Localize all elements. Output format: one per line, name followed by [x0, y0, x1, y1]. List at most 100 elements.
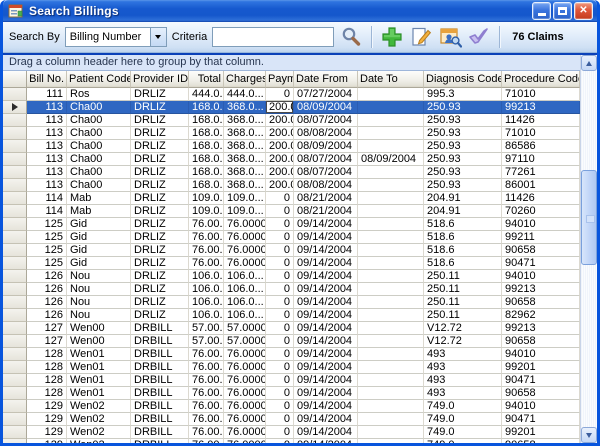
cell-provider[interactable]: DRLIZ	[131, 309, 189, 322]
cell-date_from[interactable]: 09/14/2004	[294, 244, 358, 257]
cell-payments[interactable]: 200.0...	[266, 153, 294, 166]
cell-provider[interactable]: DRLIZ	[131, 179, 189, 192]
cell-payments[interactable]: 0	[266, 231, 294, 244]
cell-provider[interactable]: DRBILL	[131, 413, 189, 426]
cell-bill_no[interactable]: 129	[27, 439, 67, 443]
cell-date_from[interactable]: 08/07/2004	[294, 114, 358, 127]
cell-patient[interactable]: Gid	[67, 257, 131, 270]
cell-date_to[interactable]	[358, 257, 424, 270]
cell-patient[interactable]: Gid	[67, 218, 131, 231]
cell-procedure[interactable]: 99201	[502, 361, 580, 374]
cell-date_from[interactable]: 09/14/2004	[294, 439, 358, 443]
cell-date_to[interactable]	[358, 88, 424, 101]
cell-payments[interactable]: 0	[266, 296, 294, 309]
cell-total[interactable]: 444.0...	[189, 88, 224, 101]
cell-total[interactable]: 76.00...	[189, 218, 224, 231]
table-row[interactable]: 113Cha00DRLIZ168.0...368.0...200.0...08/…	[3, 114, 580, 127]
cell-bill_no[interactable]: 128	[27, 374, 67, 387]
cell-payments[interactable]: 0	[266, 218, 294, 231]
cell-provider[interactable]: DRLIZ	[131, 114, 189, 127]
cell-date_from[interactable]: 09/14/2004	[294, 309, 358, 322]
cell-total[interactable]: 109.0...	[189, 205, 224, 218]
table-row[interactable]: 126NouDRLIZ106.0...106.0...009/14/200425…	[3, 283, 580, 296]
cell-provider[interactable]: DRBILL	[131, 335, 189, 348]
criteria-input[interactable]	[212, 27, 334, 47]
cell-diagnosis[interactable]: V12.72	[424, 322, 502, 335]
cell-date_to[interactable]	[358, 413, 424, 426]
cell-procedure[interactable]: 94010	[502, 348, 580, 361]
cell-charges[interactable]: 368.0...	[224, 179, 266, 192]
cell-charges[interactable]: 76.0000	[224, 387, 266, 400]
cell-patient[interactable]: Wen00	[67, 322, 131, 335]
cell-diagnosis[interactable]: 749.0	[424, 413, 502, 426]
cell-provider[interactable]: DRBILL	[131, 400, 189, 413]
view-claim-button[interactable]	[438, 25, 462, 49]
cell-bill_no[interactable]: 126	[27, 270, 67, 283]
cell-date_from[interactable]: 09/14/2004	[294, 322, 358, 335]
cell-diagnosis[interactable]: 250.11	[424, 270, 502, 283]
cell-date_from[interactable]: 09/14/2004	[294, 335, 358, 348]
cell-total[interactable]: 57.00...	[189, 335, 224, 348]
cell-patient[interactable]: Wen02	[67, 400, 131, 413]
cell-payments[interactable]: 0	[266, 309, 294, 322]
cell-payments[interactable]: 200.0...	[266, 179, 294, 192]
table-row[interactable]: 128Wen01DRBILL76.00...76.0000009/14/2004…	[3, 387, 580, 400]
cell-bill_no[interactable]: 129	[27, 400, 67, 413]
cell-date_to[interactable]	[358, 101, 424, 114]
cell-procedure[interactable]: 71010	[502, 88, 580, 101]
table-row[interactable]: 128Wen01DRBILL76.00...76.0000009/14/2004…	[3, 361, 580, 374]
cell-date_to[interactable]: 08/09/2004	[358, 153, 424, 166]
cell-bill_no[interactable]: 129	[27, 413, 67, 426]
cell-bill_no[interactable]: 114	[27, 205, 67, 218]
cell-charges[interactable]: 106.0...	[224, 296, 266, 309]
cell-diagnosis[interactable]: 493	[424, 348, 502, 361]
column-header-patient[interactable]: Patient Code	[67, 71, 131, 88]
table-row[interactable]: 113Cha00DRLIZ168.0...368.0...200.0...08/…	[3, 166, 580, 179]
search-button[interactable]	[339, 25, 363, 49]
cell-date_to[interactable]	[358, 270, 424, 283]
cell-procedure[interactable]: 86001	[502, 179, 580, 192]
cell-payments[interactable]: 0	[266, 88, 294, 101]
cell-charges[interactable]: 76.0000	[224, 218, 266, 231]
row-selector[interactable]	[3, 205, 27, 218]
check-claim-button[interactable]	[467, 25, 491, 49]
cell-charges[interactable]: 57.0000	[224, 335, 266, 348]
cell-payments[interactable]: 0	[266, 322, 294, 335]
cell-patient[interactable]: Wen01	[67, 348, 131, 361]
cell-charges[interactable]: 368.0...	[224, 166, 266, 179]
cell-total[interactable]: 106.0...	[189, 283, 224, 296]
cell-date_from[interactable]: 09/14/2004	[294, 348, 358, 361]
cell-payments[interactable]: 0	[266, 335, 294, 348]
cell-date_to[interactable]	[358, 179, 424, 192]
cell-total[interactable]: 76.00...	[189, 348, 224, 361]
cell-charges[interactable]: 368.0...	[224, 114, 266, 127]
cell-diagnosis[interactable]: 250.93	[424, 127, 502, 140]
cell-patient[interactable]: Wen01	[67, 374, 131, 387]
cell-total[interactable]: 76.00...	[189, 387, 224, 400]
cell-date_to[interactable]	[358, 114, 424, 127]
cell-total[interactable]: 76.00...	[189, 361, 224, 374]
cell-total[interactable]: 76.00...	[189, 374, 224, 387]
cell-total[interactable]: 106.0...	[189, 309, 224, 322]
cell-payments[interactable]: 0	[266, 244, 294, 257]
cell-patient[interactable]: Nou	[67, 270, 131, 283]
cell-provider[interactable]: DRBILL	[131, 426, 189, 439]
cell-procedure[interactable]: 71010	[502, 127, 580, 140]
cell-patient[interactable]: Gid	[67, 231, 131, 244]
cell-provider[interactable]: DRLIZ	[131, 244, 189, 257]
row-selector[interactable]	[3, 218, 27, 231]
cell-charges[interactable]: 368.0...	[224, 140, 266, 153]
cell-procedure[interactable]: 99213	[502, 101, 580, 114]
cell-patient[interactable]: Nou	[67, 283, 131, 296]
cell-procedure[interactable]: 94010	[502, 400, 580, 413]
cell-patient[interactable]: Cha00	[67, 140, 131, 153]
cell-payments[interactable]: 0	[266, 205, 294, 218]
cell-total[interactable]: 168.0...	[189, 114, 224, 127]
table-row[interactable]: 114MabDRLIZ109.0...109.0...008/21/200420…	[3, 192, 580, 205]
cell-provider[interactable]: DRBILL	[131, 322, 189, 335]
cell-diagnosis[interactable]: 518.6	[424, 257, 502, 270]
row-selector[interactable]	[3, 231, 27, 244]
minimize-button[interactable]	[532, 2, 551, 20]
cell-date_from[interactable]: 09/14/2004	[294, 257, 358, 270]
cell-provider[interactable]: DRBILL	[131, 361, 189, 374]
